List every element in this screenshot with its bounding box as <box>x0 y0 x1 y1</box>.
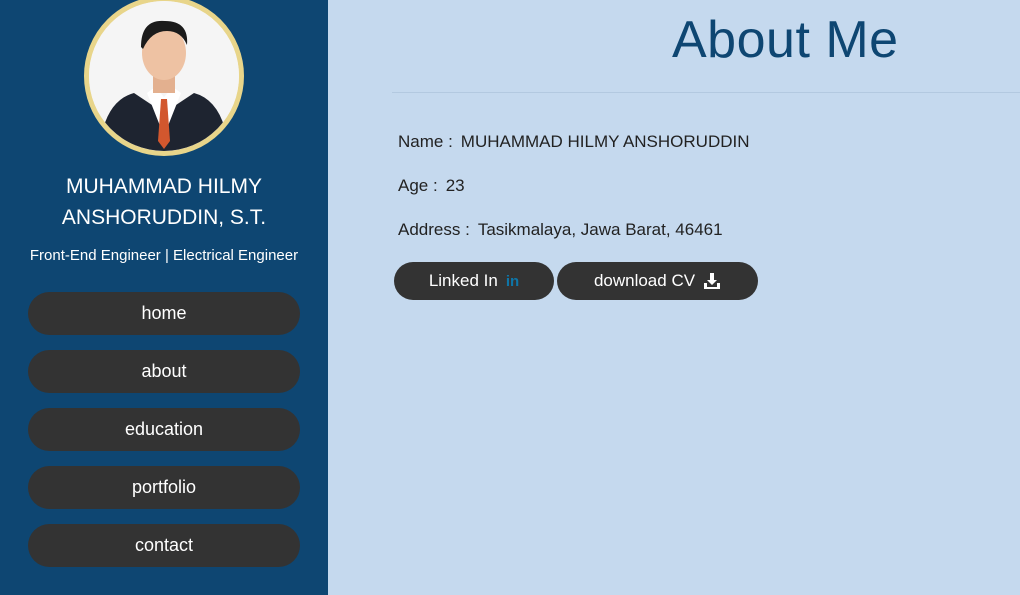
nav-about-button[interactable]: about <box>28 350 300 393</box>
nav-home-button[interactable]: home <box>28 292 300 335</box>
page-title: About Me <box>672 11 899 69</box>
linkedin-button[interactable]: Linked In in <box>394 262 554 300</box>
info-name-value: MUHAMMAD HILMY ANSHORUDDIN <box>460 132 750 151</box>
profile-name-line2: ANSHORUDDIN, S.T. <box>61 206 267 229</box>
info-address-row: Address : Tasikmalaya, Jawa Barat, 46461 <box>398 220 723 240</box>
sidebar: MUHAMMAD HILMY ANSHORUDDIN, S.T. Front-E… <box>0 0 328 595</box>
linkedin-label: Linked In <box>428 271 498 290</box>
download-icon <box>703 272 721 290</box>
info-address-label: Address : <box>398 220 470 239</box>
nav-education-button[interactable]: education <box>28 408 300 451</box>
profile-name-line1: MUHAMMAD HILMY <box>65 175 262 198</box>
info-age-value: 23 <box>445 176 465 195</box>
profile-name: MUHAMMAD HILMY ANSHORUDDIN, S.T. <box>0 171 328 233</box>
linkedin-icon: in <box>505 272 520 290</box>
avatar <box>84 0 244 156</box>
info-address-value: Tasikmalaya, Jawa Barat, 46461 <box>477 220 723 239</box>
info-name-label: Name : <box>398 132 453 151</box>
profile-photo <box>89 1 239 151</box>
title-divider <box>392 92 1020 93</box>
info-name-row: Name : MUHAMMAD HILMY ANSHORUDDIN <box>398 132 750 152</box>
nav-portfolio-button[interactable]: portfolio <box>28 466 300 509</box>
info-age-row: Age : 23 <box>398 176 465 196</box>
download-cv-button[interactable]: download CV <box>557 262 758 300</box>
nav-contact-button[interactable]: contact <box>28 524 300 567</box>
download-cv-label: download CV <box>593 271 696 290</box>
info-age-label: Age : <box>398 176 438 195</box>
profile-subtitle: Front-End Engineer | Electrical Engineer <box>29 247 299 264</box>
